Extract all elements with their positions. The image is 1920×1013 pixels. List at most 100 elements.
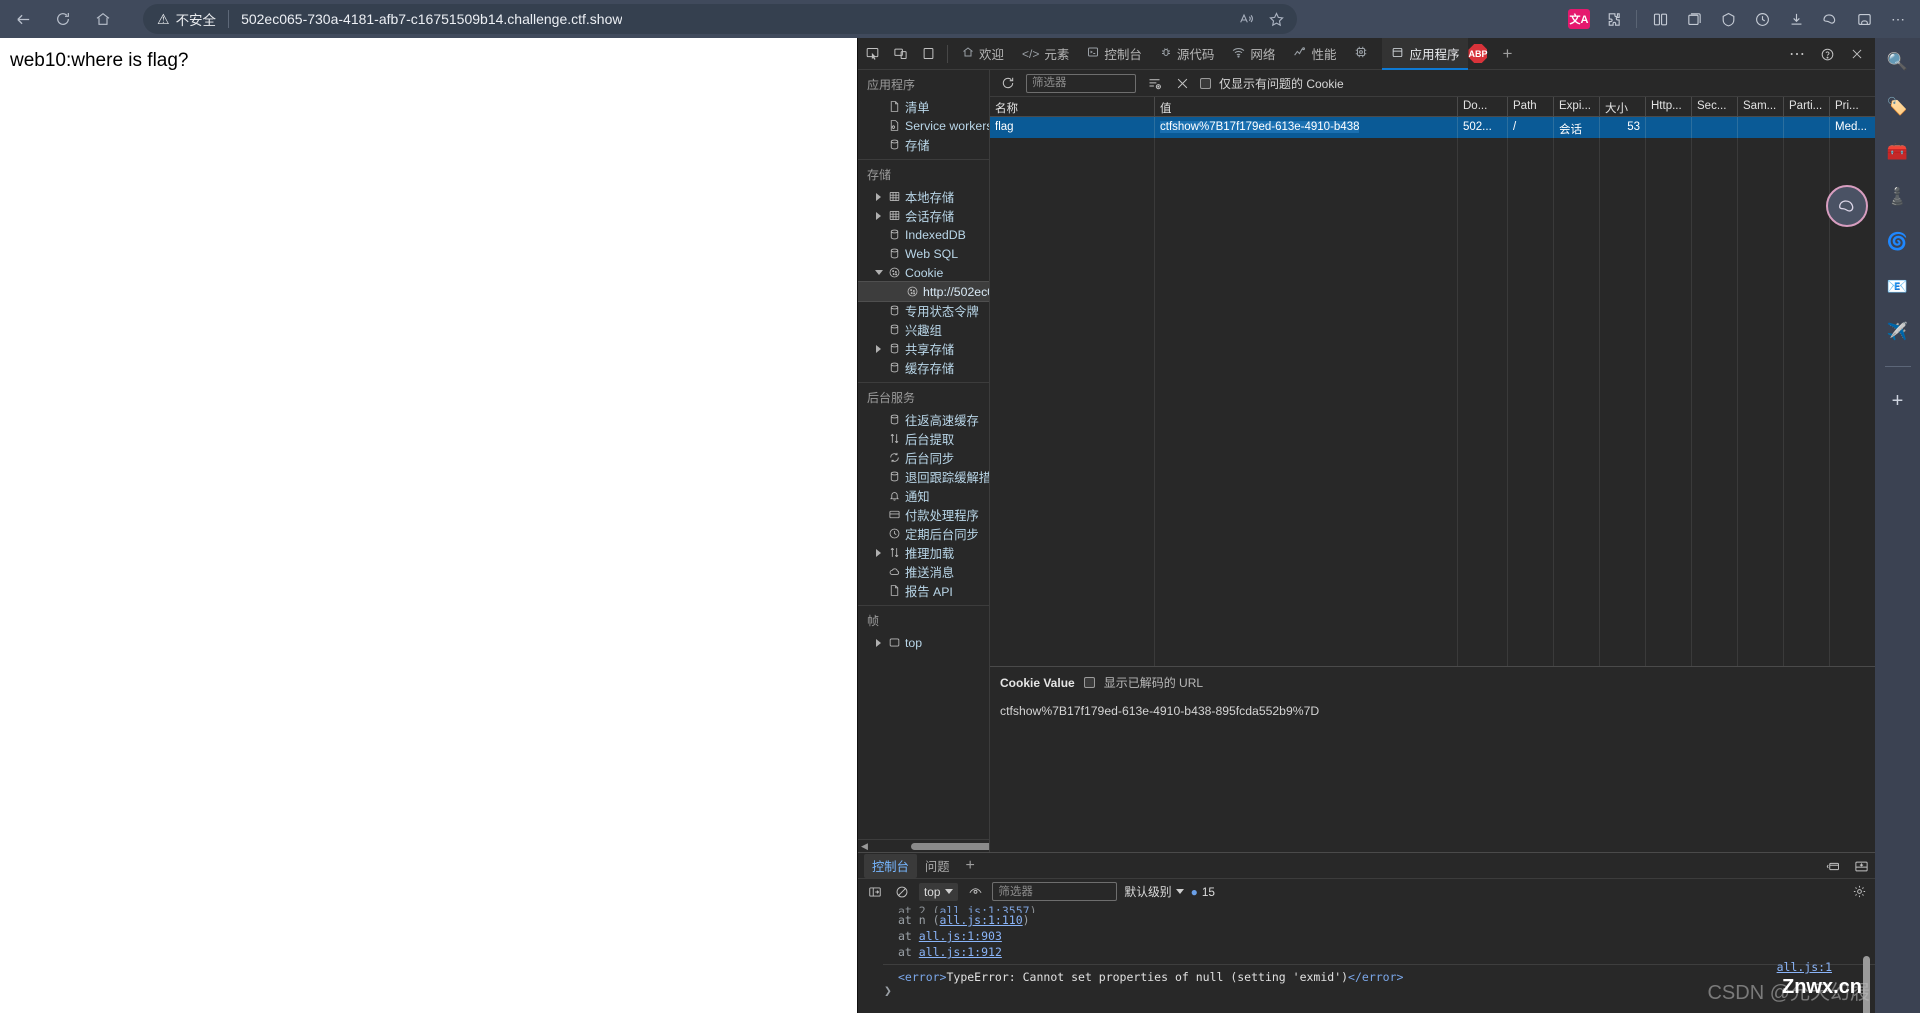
tab-memory[interactable] xyxy=(1345,38,1382,70)
copilot-icon[interactable] xyxy=(1814,4,1846,34)
dock-side-icon[interactable] xyxy=(914,41,942,67)
reload-icon[interactable] xyxy=(46,4,80,34)
column-header-6[interactable]: Http... xyxy=(1646,97,1692,116)
telegram-icon[interactable]: ✈️ xyxy=(1884,318,1912,346)
cell-samesite[interactable] xyxy=(1738,117,1784,138)
column-header-10[interactable]: Pri... xyxy=(1830,97,1876,116)
plus-icon[interactable]: + xyxy=(1884,387,1912,415)
sidebar-item-0[interactable]: top xyxy=(858,633,989,652)
tools-briefcase-icon[interactable]: 🧰 xyxy=(1884,138,1912,166)
sidebar-item-6[interactable]: 专用状态令牌 xyxy=(858,301,989,320)
sidebar-item-5[interactable]: http://502ec065-730a xyxy=(858,281,989,302)
shopping-tag-icon[interactable]: 🏷️ xyxy=(1884,93,1912,121)
console-level-select[interactable]: 默认级别 xyxy=(1124,883,1184,900)
chevron-down-icon[interactable] xyxy=(872,270,885,275)
chevron-right-icon[interactable] xyxy=(872,638,885,647)
chevron-right-icon[interactable] xyxy=(872,192,885,201)
sidebar-item-0[interactable]: 清单 xyxy=(858,97,989,116)
close-drawer-icon[interactable] xyxy=(1851,856,1871,876)
cell-expires[interactable]: 会话 xyxy=(1554,117,1600,138)
stack-source-link[interactable]: all.js:1:110 xyxy=(940,913,1023,927)
clear-filter-icon[interactable] xyxy=(1144,73,1164,93)
dock-drawer-icon[interactable] xyxy=(1823,856,1843,876)
stack-source-link[interactable]: all.js:1:912 xyxy=(919,945,1002,959)
cookie-filter-input[interactable] xyxy=(1026,73,1136,93)
read-aloud-icon[interactable] xyxy=(1231,4,1261,34)
column-header-5[interactable]: 大小 xyxy=(1600,97,1646,116)
sidebar-item-4[interactable]: Cookie xyxy=(858,263,989,282)
cell-path[interactable]: / xyxy=(1508,117,1554,138)
console-message-count[interactable]: ● 15 xyxy=(1191,885,1215,899)
device-toolbar-icon[interactable] xyxy=(886,41,914,67)
column-header-9[interactable]: Parti... xyxy=(1784,97,1830,116)
sidebar-item-6[interactable]: 定期后台同步 xyxy=(858,524,989,543)
console-context-select[interactable]: top xyxy=(919,882,959,901)
column-header-1[interactable]: 值 xyxy=(1155,97,1458,116)
tab-application[interactable]: 应用程序 xyxy=(1382,37,1469,70)
tab-console[interactable]: 控制台 xyxy=(1078,38,1151,70)
plus-icon[interactable]: + xyxy=(958,857,983,875)
cell-value[interactable]: ctfshow%7B17f179ed-613e-4910-b438 xyxy=(1155,117,1458,138)
search-icon[interactable]: 🔍 xyxy=(1884,48,1912,76)
downloads-icon[interactable] xyxy=(1780,4,1812,34)
drawer-tab-issues[interactable]: 问题 xyxy=(917,854,958,878)
drawer-tab-console[interactable]: 控制台 xyxy=(864,853,917,878)
cell-priority[interactable]: Med... xyxy=(1830,117,1876,138)
sidebar-item-1[interactable]: 后台提取 xyxy=(858,429,989,448)
url-text[interactable]: 502ec065-730a-4181-afb7-c16751509b14.cha… xyxy=(241,11,622,27)
sidebar-item-2[interactable]: 存储 xyxy=(858,135,989,154)
tab-elements[interactable]: </> 元素 xyxy=(1013,38,1078,70)
more-ellipsis-icon[interactable]: ⋯ xyxy=(1882,4,1914,34)
sidebar-item-0[interactable]: 往返高速缓存 xyxy=(858,410,989,429)
refresh-icon[interactable] xyxy=(998,73,1018,93)
sidebar-item-1[interactable]: Service workers xyxy=(858,116,989,135)
cell-domain[interactable]: 502... xyxy=(1458,117,1508,138)
sidebar-item-1[interactable]: 会话存储 xyxy=(858,206,989,225)
question-mark-icon[interactable] xyxy=(1813,41,1841,67)
column-header-2[interactable]: Do... xyxy=(1458,97,1508,116)
sidebar-item-7[interactable]: 兴趣组 xyxy=(858,320,989,339)
only-problem-cookies-checkbox[interactable] xyxy=(1200,77,1211,89)
cell-partition[interactable] xyxy=(1784,117,1830,138)
chevron-right-icon[interactable] xyxy=(872,211,885,220)
error-source-link[interactable]: all.js:1 xyxy=(1777,960,1832,974)
split-screen-icon[interactable] xyxy=(1644,4,1676,34)
translate-icon[interactable]: 文A xyxy=(1563,4,1595,34)
clear-console-icon[interactable] xyxy=(892,882,912,902)
delete-all-cookies-icon[interactable] xyxy=(1172,73,1192,93)
sidebar-item-2[interactable]: IndexedDB xyxy=(858,225,989,244)
profile-icon[interactable] xyxy=(1848,4,1880,34)
column-header-3[interactable]: Path xyxy=(1508,97,1554,116)
stack-source-link[interactable]: all.js:1:903 xyxy=(919,929,1002,943)
tab-network[interactable]: 网络 xyxy=(1223,38,1284,70)
copilot-bubble-button[interactable] xyxy=(1826,185,1868,227)
gear-icon[interactable] xyxy=(1849,882,1869,902)
sidebar-item-7[interactable]: 推理加载 xyxy=(858,543,989,562)
home-icon[interactable] xyxy=(86,4,120,34)
tab-welcome[interactable]: 欢迎 xyxy=(953,38,1013,70)
sidebar-item-3[interactable]: Web SQL xyxy=(858,244,989,263)
collections-icon[interactable] xyxy=(1678,4,1710,34)
console-sidebar-icon[interactable] xyxy=(865,882,885,902)
tab-sources[interactable]: 源代码 xyxy=(1151,38,1224,70)
application-sidebar-tree[interactable]: 应用程序 清单 Service workers 存储 存储 本地存储 会话存储 Indexed… xyxy=(858,70,990,852)
cell-secure[interactable] xyxy=(1692,117,1738,138)
tab-performance[interactable]: 性能 xyxy=(1284,38,1345,70)
column-header-7[interactable]: Sec... xyxy=(1692,97,1738,116)
stack-source-link[interactable]: all.js:1:3557 xyxy=(940,904,1030,913)
cell-name[interactable]: flag xyxy=(990,117,1155,138)
sidebar-item-8[interactable]: 共享存储 xyxy=(858,339,989,358)
live-expression-eye-icon[interactable] xyxy=(965,882,985,902)
plus-icon[interactable]: + xyxy=(1493,41,1521,67)
column-header-8[interactable]: Sam... xyxy=(1738,97,1784,116)
abp-extension-icon[interactable]: ABP xyxy=(1468,44,1488,63)
security-status[interactable]: ⚠ 不安全 xyxy=(143,9,216,29)
chevron-right-icon[interactable] xyxy=(872,548,885,557)
address-bar[interactable]: ⚠ 不安全 502ec065-730a-4181-afb7-c16751509b… xyxy=(143,4,1297,34)
column-header-0[interactable]: 名称 xyxy=(990,97,1155,116)
history-clock-icon[interactable] xyxy=(1746,4,1778,34)
cookies-table[interactable]: 名称值 Do... Path Expi... 大小 Http... Sec... Sam...… xyxy=(990,97,1876,666)
microsoft-365-icon[interactable]: 🌀 xyxy=(1884,228,1912,256)
star-icon[interactable] xyxy=(1261,4,1291,34)
sidebar-item-9[interactable]: 缓存存储 xyxy=(858,358,989,377)
